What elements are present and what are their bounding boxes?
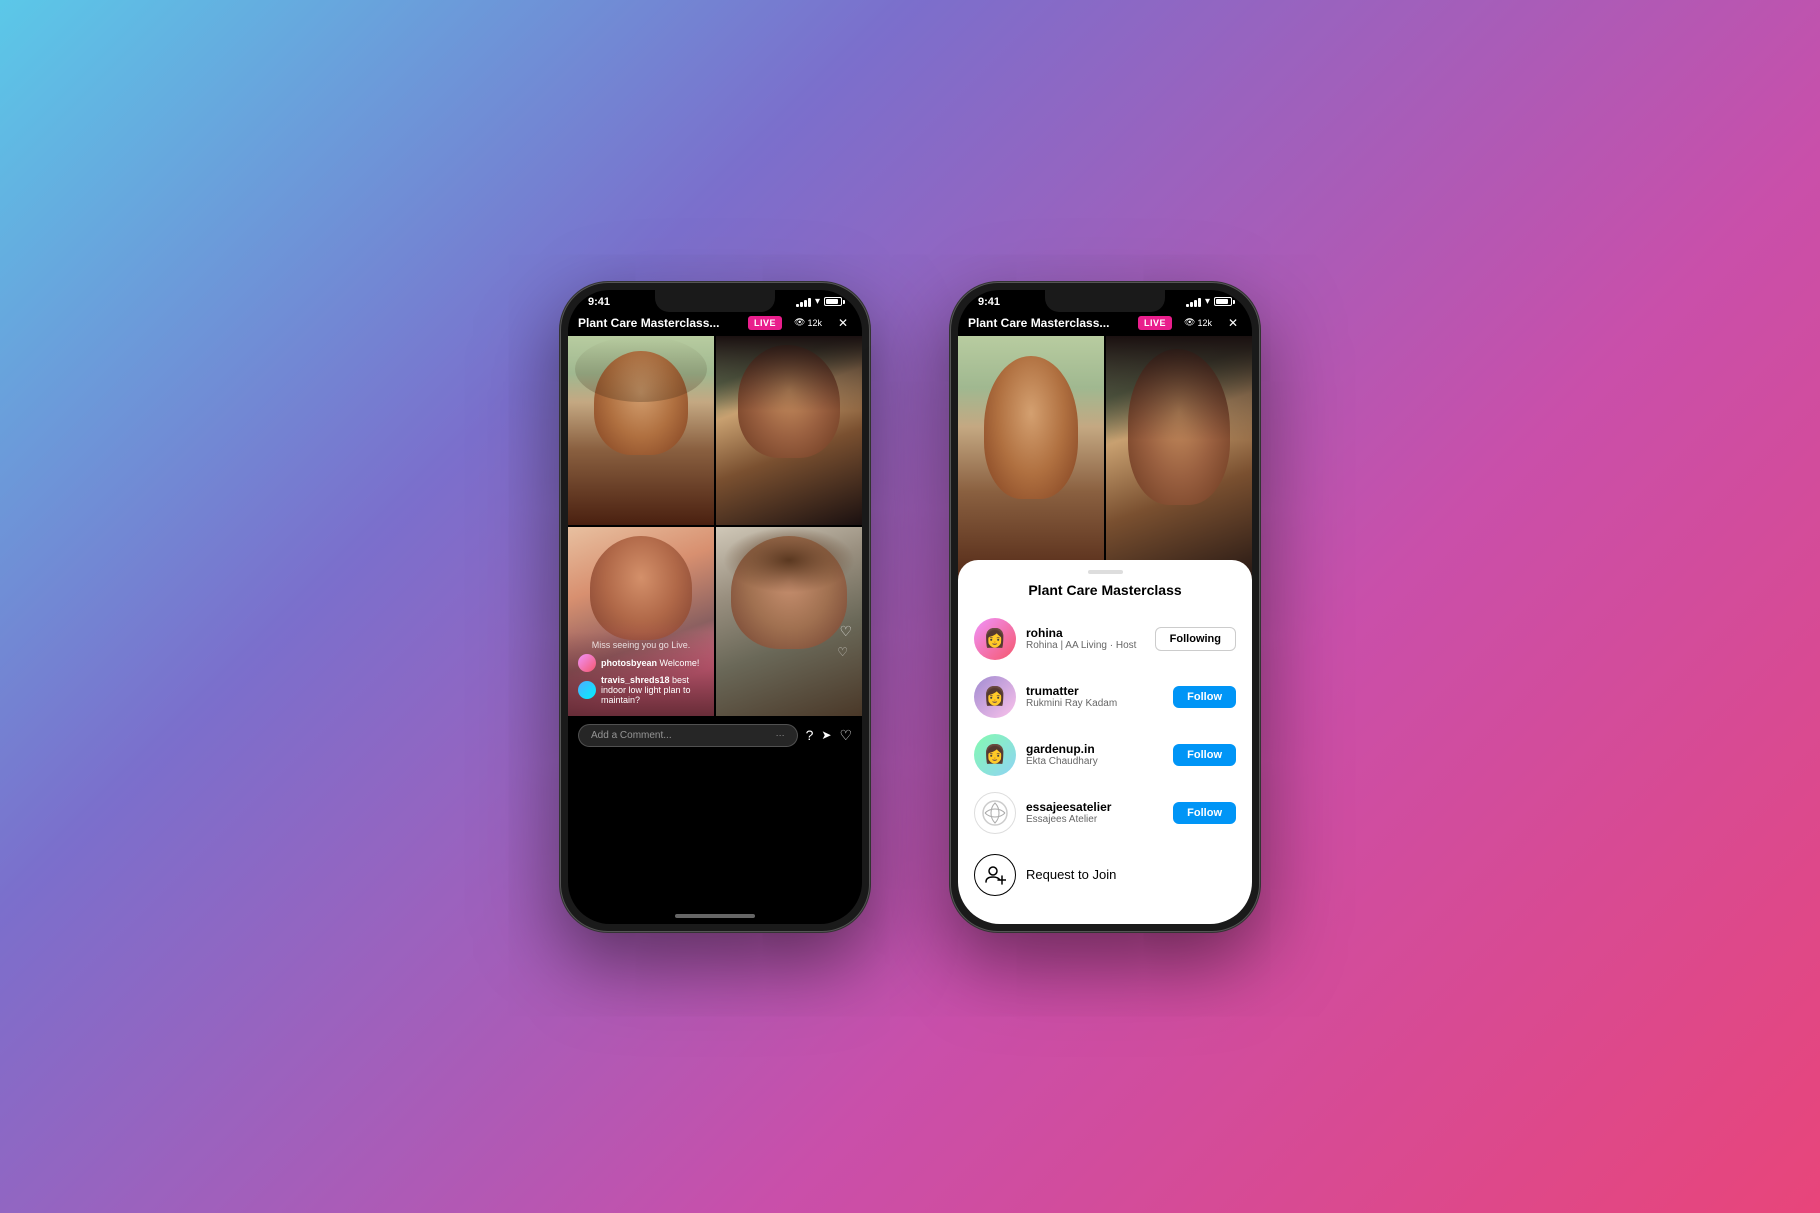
phone-2-screen: 9:41 ▾ Plant Care Masterclass... LIVE 👁 (958, 290, 1252, 924)
info-rohina: rohina Rohina | AA Living · Host (1026, 626, 1145, 651)
phone-2: 9:41 ▾ Plant Care Masterclass... LIVE 👁 (950, 282, 1260, 932)
live-badge-1: LIVE (748, 316, 782, 330)
video-cell-2-2 (1106, 336, 1252, 596)
request-to-join[interactable]: Request to Join (958, 846, 1252, 904)
signal-icon-2 (1186, 297, 1201, 307)
chat-text-1: photosbyean Welcome! (601, 658, 699, 668)
video-cell-2-1 (958, 336, 1104, 596)
chat-msg-2: travis_shreds18 best indoor low light pl… (578, 675, 704, 705)
home-indicator-1 (675, 914, 755, 918)
miss-text: Miss seeing you go Live. (578, 640, 704, 650)
status-icons-1: ▾ (796, 296, 842, 307)
participant-trumatter: 👩 trumatter Rukmini Ray Kadam Follow (958, 668, 1252, 726)
heart-action-icon[interactable]: ♡ (839, 727, 852, 744)
chat-msg-1: photosbyean Welcome! (578, 654, 704, 672)
live-badge-2: LIVE (1138, 316, 1172, 330)
viewer-count-1: 👁 12k (788, 315, 828, 330)
sub-essajees: Essajees Atelier (1026, 814, 1163, 825)
time-2: 9:41 (978, 296, 1000, 308)
avatar-gardenup: 👩 (974, 734, 1016, 776)
live-title-1: Plant Care Masterclass... (578, 316, 742, 330)
follow-btn-essajees[interactable]: Follow (1173, 802, 1236, 824)
name-rohina: rohina (1026, 626, 1145, 640)
chat-avatar-1 (578, 654, 596, 672)
participant-rohina: 👩 rohina Rohina | AA Living · Host Follo… (958, 610, 1252, 668)
name-trumatter: trumatter (1026, 684, 1163, 698)
video-cell-3: Miss seeing you go Live. photosbyean Wel… (568, 527, 714, 716)
phone-1-screen: 9:41 ▾ Plant Care Masterclass... LIVE 👁 (568, 290, 862, 924)
chat-avatar-2 (578, 681, 596, 699)
wifi-icon-1: ▾ (815, 296, 820, 307)
battery-icon-2 (1214, 297, 1232, 306)
comment-input[interactable]: Add a Comment... ··· (578, 724, 798, 747)
eye-icon-1: 👁 (794, 317, 805, 328)
follow-btn-trumatter[interactable]: Follow (1173, 686, 1236, 708)
name-essajees: essajeesatelier (1026, 800, 1163, 814)
sub-rohina: Rohina | AA Living · Host (1026, 640, 1145, 651)
view-num-2: 12k (1197, 318, 1212, 328)
time-1: 9:41 (588, 296, 610, 308)
heart-icon-2: ♡ (837, 645, 848, 659)
info-trumatter: trumatter Rukmini Ray Kadam (1026, 684, 1163, 709)
notch-1 (655, 290, 775, 312)
phone-1: 9:41 ▾ Plant Care Masterclass... LIVE 👁 (560, 282, 870, 932)
video-grid-1: Miss seeing you go Live. photosbyean Wel… (568, 336, 862, 716)
name-gardenup: gardenup.in (1026, 742, 1163, 756)
video-cell-4: ♡ ♡ (716, 527, 862, 716)
participant-gardenup: 👩 gardenup.in Ekta Chaudhary Follow (958, 726, 1252, 784)
video-grid-2 (958, 336, 1252, 596)
video-cell-2 (716, 336, 862, 525)
request-text: Request to Join (1026, 867, 1116, 882)
panel-title: Plant Care Masterclass (958, 582, 1252, 598)
wifi-icon-2: ▾ (1205, 296, 1210, 307)
avatar-trumatter: 👩 (974, 676, 1016, 718)
notch-2 (1045, 290, 1165, 312)
close-btn-2[interactable]: ✕ (1224, 314, 1242, 332)
video-cell-1 (568, 336, 714, 525)
panel-sheet: Plant Care Masterclass 👩 rohina Rohina |… (958, 560, 1252, 924)
comment-bar: Add a Comment... ··· ? ➤ ♡ (568, 716, 862, 755)
sub-trumatter: Rukmini Ray Kadam (1026, 698, 1163, 709)
follow-btn-rohina[interactable]: Following (1155, 627, 1236, 651)
essajees-logo-icon (981, 799, 1009, 827)
panel-handle (1088, 570, 1123, 574)
info-essajees: essajeesatelier Essajees Atelier (1026, 800, 1163, 825)
chat-overlay: Miss seeing you go Live. photosbyean Wel… (568, 632, 714, 716)
eye-icon-2: 👁 (1184, 317, 1195, 328)
sub-gardenup: Ekta Chaudhary (1026, 756, 1163, 767)
chat-text-2: travis_shreds18 best indoor low light pl… (601, 675, 704, 705)
heart-icon-1: ♡ (839, 623, 852, 640)
participant-essajees: essajeesatelier Essajees Atelier Follow (958, 784, 1252, 842)
battery-icon-1 (824, 297, 842, 306)
avatar-essajees (974, 792, 1016, 834)
live-header-1: Plant Care Masterclass... LIVE 👁 12k ✕ (568, 310, 862, 336)
live-header-2: Plant Care Masterclass... LIVE 👁 12k ✕ (958, 310, 1252, 336)
question-icon[interactable]: ? (806, 727, 814, 743)
follow-btn-gardenup[interactable]: Follow (1173, 744, 1236, 766)
status-icons-2: ▾ (1186, 296, 1232, 307)
close-btn-1[interactable]: ✕ (834, 314, 852, 332)
avatar-rohina: 👩 (974, 618, 1016, 660)
viewer-count-2: 👁 12k (1178, 315, 1218, 330)
live-title-2: Plant Care Masterclass... (968, 316, 1132, 330)
request-join-icon (974, 854, 1016, 896)
signal-icon-1 (796, 297, 811, 307)
add-person-icon (984, 864, 1006, 886)
send-icon[interactable]: ➤ (821, 728, 831, 742)
info-gardenup: gardenup.in Ekta Chaudhary (1026, 742, 1163, 767)
view-num-1: 12k (807, 318, 822, 328)
